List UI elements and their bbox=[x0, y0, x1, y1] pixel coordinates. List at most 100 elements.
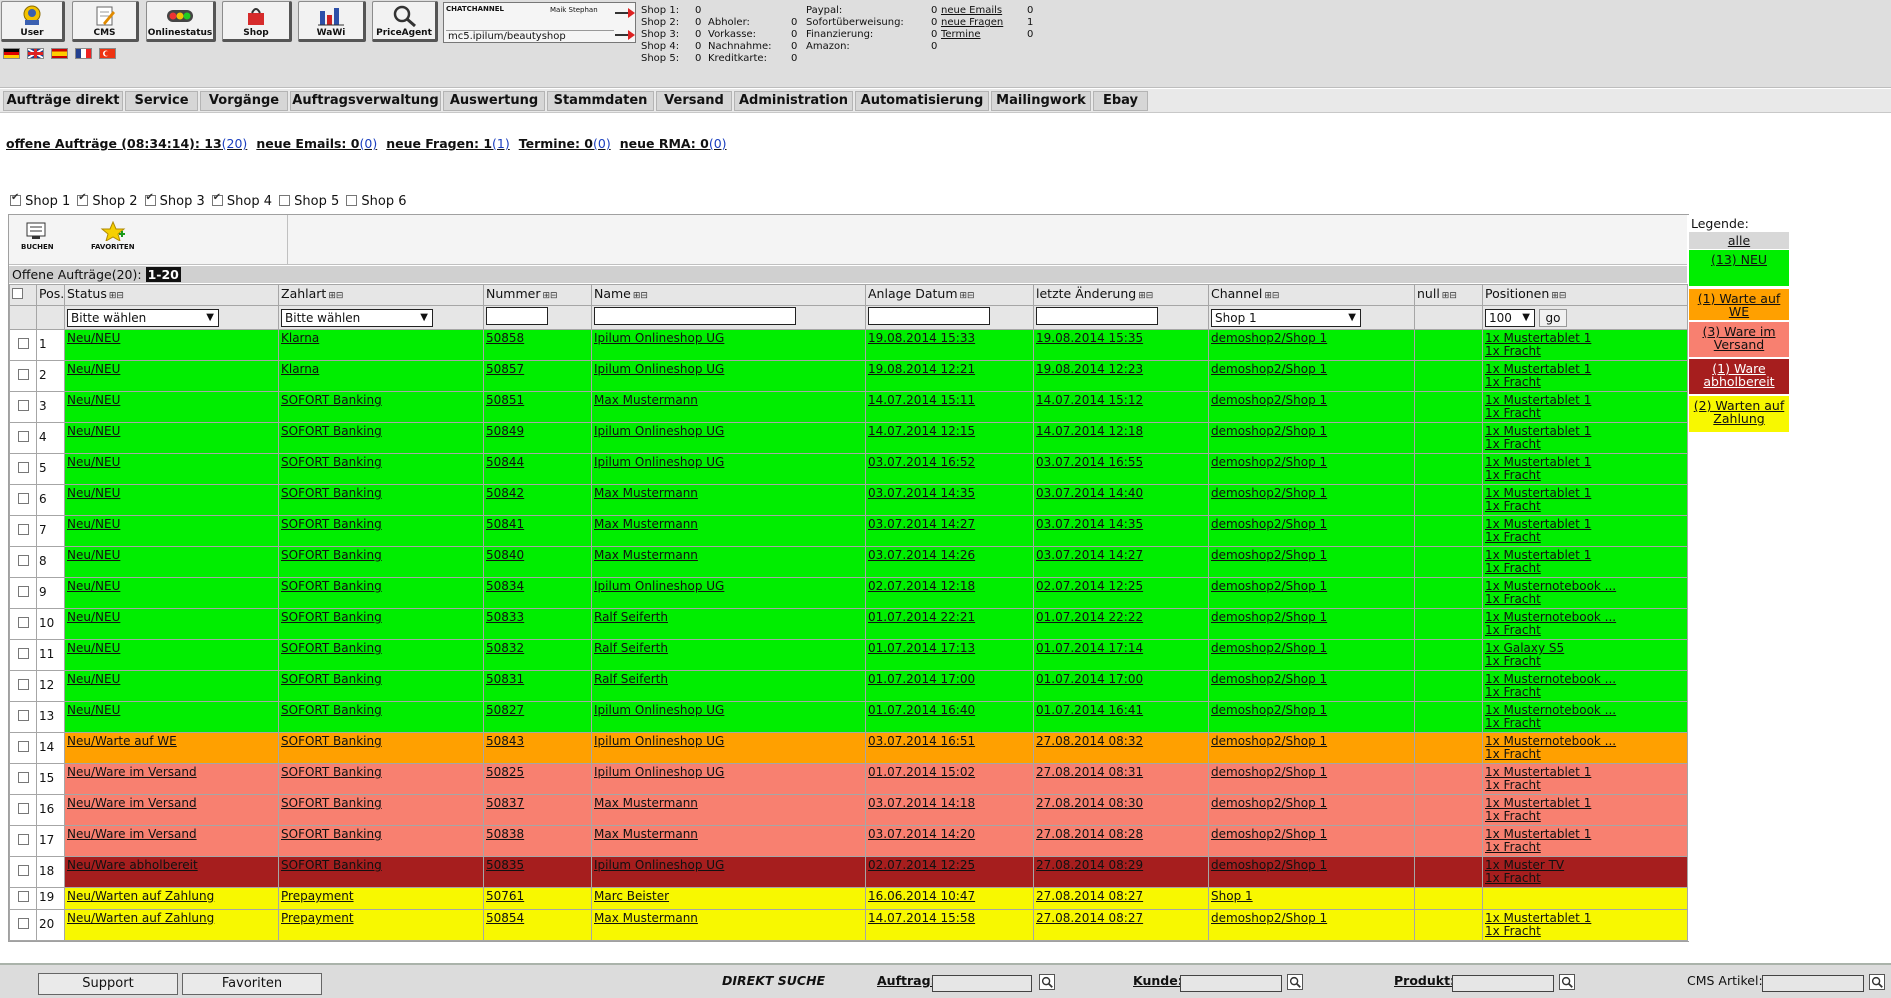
name-link[interactable]: Ralf Seiferth bbox=[594, 672, 668, 686]
status-link[interactable]: Termine: 0(0) bbox=[519, 136, 611, 151]
channel-link[interactable]: demoshop2/Shop 1 bbox=[1211, 610, 1327, 624]
zahlart-link[interactable]: Prepayment bbox=[281, 889, 354, 903]
name-link[interactable]: Max Mustermann bbox=[594, 517, 698, 531]
position-link[interactable]: 1x Musternotebook ... bbox=[1485, 579, 1616, 593]
nummer-link[interactable]: 50851 bbox=[486, 393, 524, 407]
name-link[interactable]: Ipilum Onlineshop UG bbox=[594, 579, 724, 593]
anlage-link[interactable]: 16.06.2014 10:47 bbox=[868, 889, 975, 903]
legend-item[interactable]: (2) Warten auf Zahlung bbox=[1689, 396, 1789, 432]
position-link[interactable]: 1x Mustertablet 1 bbox=[1485, 393, 1591, 407]
table-row[interactable]: 13 Neu/NEU SOFORT Banking 50827 Ipilum Onlin… bbox=[9, 701, 1688, 733]
menu-item-mailingwork[interactable]: Mailingwork bbox=[991, 91, 1091, 111]
name-link[interactable]: Ipilum Onlineshop UG bbox=[594, 765, 724, 779]
position-link[interactable]: 1x Mustertablet 1 bbox=[1485, 517, 1591, 531]
anlage-link[interactable]: 03.07.2014 14:27 bbox=[868, 517, 975, 531]
name-link[interactable]: Ipilum Onlineshop UG bbox=[594, 424, 724, 438]
position-link[interactable]: 1x Fracht bbox=[1485, 468, 1541, 482]
shop-checkbox[interactable] bbox=[144, 192, 156, 206]
name-link[interactable]: Ipilum Onlineshop UG bbox=[594, 734, 724, 748]
nummer-link[interactable]: 50831 bbox=[486, 672, 524, 686]
channel-link[interactable]: demoshop2/Shop 1 bbox=[1211, 548, 1327, 562]
aenderung-link[interactable]: 27.08.2014 08:29 bbox=[1036, 858, 1143, 872]
position-link[interactable]: 1x Fracht bbox=[1485, 499, 1541, 513]
nummer-link[interactable]: 50844 bbox=[486, 455, 524, 469]
kunde-search-input[interactable] bbox=[1180, 975, 1282, 992]
expand-collapse-icon[interactable]: ⊞⊟ bbox=[542, 288, 557, 305]
nummer-link[interactable]: 50834 bbox=[486, 579, 524, 593]
zahlart-link[interactable]: SOFORT Banking bbox=[281, 517, 382, 531]
wawi-button[interactable]: WaWi bbox=[298, 1, 366, 42]
name-filter-input[interactable] bbox=[594, 306, 796, 325]
aenderung-link[interactable]: 27.08.2014 08:32 bbox=[1036, 734, 1143, 748]
expand-collapse-icon[interactable]: ⊞⊟ bbox=[1551, 288, 1566, 305]
table-row[interactable]: 8 Neu/NEU SOFORT Banking 50840 Max Musterman… bbox=[9, 546, 1688, 578]
name-link[interactable]: Ipilum Onlineshop UG bbox=[594, 331, 724, 345]
zahlart-link[interactable]: SOFORT Banking bbox=[281, 486, 382, 500]
column-header-zahlart[interactable]: Zahlart ⊞⊟ bbox=[278, 284, 484, 306]
status-link[interactable]: Neu/NEU bbox=[67, 517, 120, 531]
arrow-right-icon[interactable] bbox=[614, 29, 636, 42]
zahlart-link[interactable]: SOFORT Banking bbox=[281, 703, 382, 717]
table-row[interactable]: 6 Neu/NEU SOFORT Banking 50842 Max Musterman… bbox=[9, 484, 1688, 516]
table-row[interactable]: 10 Neu/NEU SOFORT Banking 50833 Ralf Seifert… bbox=[9, 608, 1688, 640]
nummer-link[interactable]: 50832 bbox=[486, 641, 524, 655]
zahlart-link[interactable]: SOFORT Banking bbox=[281, 796, 382, 810]
zahlart-link[interactable]: SOFORT Banking bbox=[281, 548, 382, 562]
row-checkbox[interactable] bbox=[17, 679, 29, 690]
zahlart-link[interactable]: SOFORT Banking bbox=[281, 579, 382, 593]
nummer-link[interactable]: 50837 bbox=[486, 796, 524, 810]
menu-item-service[interactable]: Service bbox=[125, 91, 198, 111]
position-link[interactable]: 1x Musternotebook ... bbox=[1485, 610, 1616, 624]
channel-link[interactable]: demoshop2/Shop 1 bbox=[1211, 517, 1327, 531]
shop-filter-item[interactable]: Shop 4 bbox=[211, 192, 272, 209]
cms-search-input[interactable] bbox=[1762, 975, 1864, 992]
channel-link[interactable]: demoshop2/Shop 1 bbox=[1211, 362, 1327, 376]
table-row[interactable]: 12 Neu/NEU SOFORT Banking 50831 Ralf Seifert… bbox=[9, 670, 1688, 702]
table-row[interactable]: 9 Neu/NEU SOFORT Banking 50834 Ipilum Online… bbox=[9, 577, 1688, 609]
table-row[interactable]: 2 Neu/NEU Klarna 50857 Ipilum Onlineshop UG 1… bbox=[9, 360, 1688, 392]
channel-link[interactable]: demoshop2/Shop 1 bbox=[1211, 734, 1327, 748]
status-link[interactable]: Neu/Ware im Versand bbox=[67, 827, 197, 841]
search-icon[interactable] bbox=[1287, 974, 1303, 990]
channel-link[interactable]: demoshop2/Shop 1 bbox=[1211, 579, 1327, 593]
position-link[interactable]: 1x Mustertablet 1 bbox=[1485, 424, 1591, 438]
support-button[interactable]: Support bbox=[38, 973, 178, 995]
zahlart-link[interactable]: SOFORT Banking bbox=[281, 734, 382, 748]
position-link[interactable]: 1x Muster TV bbox=[1485, 858, 1564, 872]
row-checkbox[interactable] bbox=[17, 617, 29, 628]
onlinestatus-button[interactable]: Onlinestatus bbox=[146, 1, 216, 42]
status-link[interactable]: offene Aufträge (08:34:14): 13(20) bbox=[6, 136, 247, 151]
position-link[interactable]: 1x Fracht bbox=[1485, 747, 1541, 761]
nummer-link[interactable]: 50857 bbox=[486, 362, 524, 376]
status-link[interactable]: Neu/Warten auf Zahlung bbox=[67, 889, 214, 903]
search-icon[interactable] bbox=[1559, 974, 1575, 990]
aenderung-link[interactable]: 03.07.2014 14:40 bbox=[1036, 486, 1143, 500]
position-link[interactable]: 1x Galaxy S5 bbox=[1485, 641, 1564, 655]
auftrag-search-input[interactable] bbox=[932, 975, 1032, 992]
position-link[interactable]: 1x Mustertablet 1 bbox=[1485, 796, 1591, 810]
stat-label[interactable]: Termine bbox=[941, 29, 981, 41]
stat-label[interactable]: neue Emails bbox=[941, 5, 1002, 17]
status-link[interactable]: Neu/NEU bbox=[67, 610, 120, 624]
row-checkbox[interactable] bbox=[17, 338, 29, 349]
position-link[interactable]: 1x Mustertablet 1 bbox=[1485, 486, 1591, 500]
aenderung-link[interactable]: 19.08.2014 15:35 bbox=[1036, 331, 1143, 345]
expand-collapse-icon[interactable]: ⊞⊟ bbox=[1138, 288, 1153, 305]
expand-collapse-icon[interactable]: ⊞⊟ bbox=[1442, 288, 1457, 305]
row-checkbox[interactable] bbox=[17, 772, 29, 783]
position-link[interactable]: 1x Fracht bbox=[1485, 716, 1541, 730]
status-link[interactable]: Neu/NEU bbox=[67, 641, 120, 655]
status-link[interactable]: Neu/NEU bbox=[67, 362, 120, 376]
name-link[interactable]: Ipilum Onlineshop UG bbox=[594, 858, 724, 872]
anlage-link[interactable]: 03.07.2014 14:35 bbox=[868, 486, 975, 500]
name-link[interactable]: Max Mustermann bbox=[594, 393, 698, 407]
table-row[interactable]: 1 Neu/NEU Klarna 50858 Ipilum Onlineshop UG 1… bbox=[9, 329, 1688, 361]
row-checkbox[interactable] bbox=[17, 865, 29, 876]
menu-item-vorgänge[interactable]: Vorgänge bbox=[200, 91, 288, 111]
position-link[interactable]: 1x Fracht bbox=[1485, 344, 1541, 358]
menu-item-auftragsverwaltung[interactable]: Auftragsverwaltung bbox=[290, 91, 441, 111]
name-link[interactable]: Ralf Seiferth bbox=[594, 641, 668, 655]
cms-button[interactable]: CMS bbox=[72, 1, 139, 42]
channel-link[interactable]: demoshop2/Shop 1 bbox=[1211, 765, 1327, 779]
anlage-link[interactable]: 19.08.2014 12:21 bbox=[868, 362, 975, 376]
